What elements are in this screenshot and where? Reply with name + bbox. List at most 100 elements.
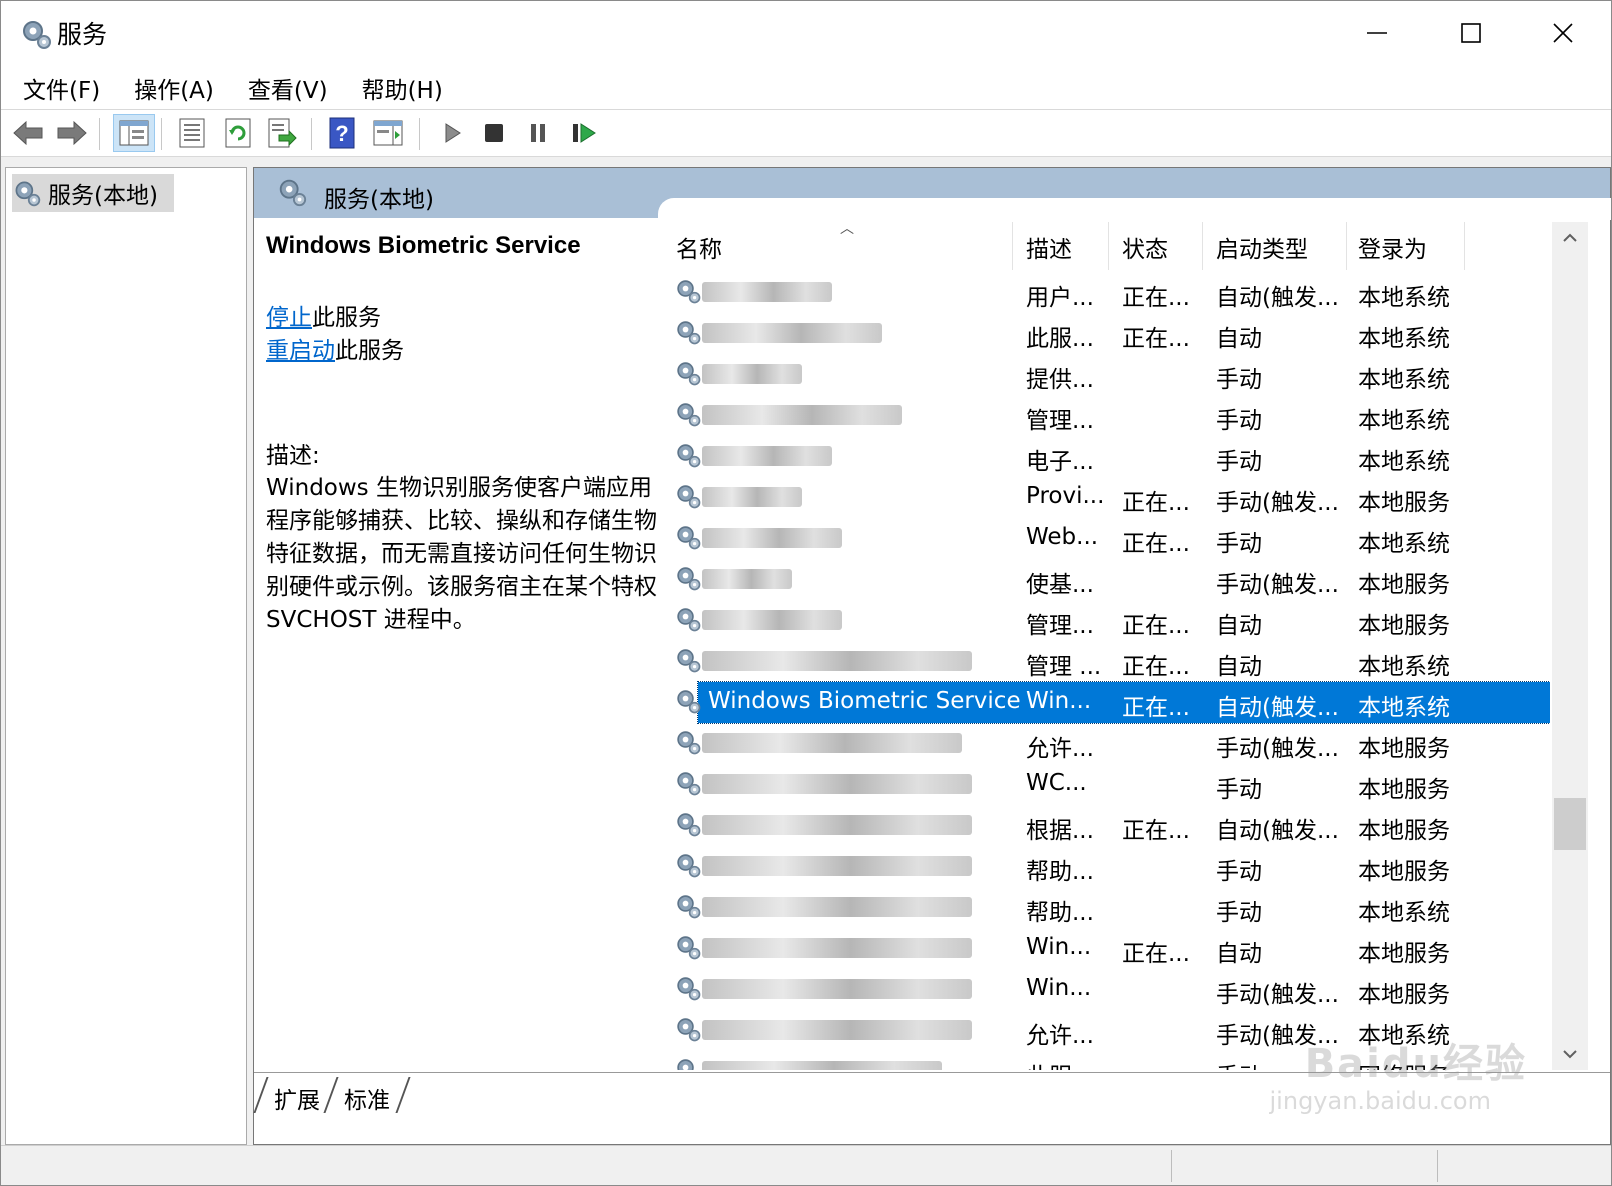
scroll-thumb[interactable]	[1554, 798, 1586, 850]
column-divider[interactable]	[1346, 222, 1347, 270]
scroll-down-icon[interactable]	[1560, 1044, 1580, 1064]
restart-service-button[interactable]	[567, 116, 601, 150]
column-status[interactable]: 状态	[1122, 230, 1168, 266]
service-startup-type: 手动	[1216, 1057, 1262, 1070]
service-gear-icon	[674, 441, 702, 473]
properties-button[interactable]	[175, 116, 209, 150]
service-description: 根据...	[1026, 818, 1094, 844]
blurred-service-name	[702, 733, 962, 753]
description-pane: Windows Biometric Service 停止此服务 重启动此服务 描…	[266, 232, 666, 637]
service-description: 此服...	[1026, 1057, 1094, 1070]
service-logon-as: 本地系统	[1358, 285, 1450, 311]
blurred-service-name	[702, 487, 802, 507]
services-list: ︿ 名称 描述 状态 启动类型 登录为 用户... 正在... 自动(触发... 本地…	[666, 220, 1550, 1070]
service-row[interactable]: 提供... 手动 本地系统	[666, 354, 1550, 395]
service-description: 帮助...	[1026, 900, 1094, 926]
blurred-service-name	[702, 815, 972, 835]
service-status: 正在...	[1122, 285, 1190, 311]
service-row[interactable]: 管理... 手动 本地系统	[666, 395, 1550, 436]
service-gear-icon	[674, 400, 702, 432]
service-row[interactable]: WC... 手动 本地服务	[666, 764, 1550, 805]
service-gear-icon	[674, 728, 702, 760]
refresh-button[interactable]	[221, 116, 255, 150]
close-button[interactable]	[1517, 1, 1609, 65]
help-button[interactable]: ?	[325, 116, 359, 150]
service-logon-as: 本地服务	[1358, 777, 1450, 803]
pause-service-button[interactable]	[521, 116, 555, 150]
menu-view[interactable]: 查看(V)	[238, 65, 344, 109]
service-row[interactable]: 管理 ... 正在... 自动 本地系统	[666, 641, 1550, 682]
tab-extended[interactable]: 扩展	[268, 1081, 326, 1115]
tree-node-label: 服务(本地)	[48, 183, 158, 209]
tree-node-services-local[interactable]: 服务(本地)	[12, 174, 174, 212]
service-row[interactable]: Provi... 正在... 手动(触发... 本地服务	[666, 477, 1550, 518]
maximize-button[interactable]	[1425, 1, 1517, 65]
list-header: ︿ 名称 描述 状态 启动类型 登录为	[666, 220, 1550, 272]
stop-service-button[interactable]	[477, 116, 511, 150]
blurred-service-name	[702, 569, 792, 589]
watermark-brand: Baidu经验	[1304, 1041, 1527, 1087]
service-row[interactable]: Windows Biometric Service Win... 正在... 自动(触…	[666, 681, 1550, 724]
service-row[interactable]: 根据... 正在... 自动(触发... 本地服务	[666, 805, 1550, 846]
export-list-button[interactable]	[265, 116, 299, 150]
column-divider[interactable]	[1012, 222, 1013, 270]
service-startup-type: 自动	[1216, 654, 1262, 680]
menu-help[interactable]: 帮助(H)	[352, 65, 459, 109]
service-logon-as: 本地系统	[1358, 654, 1450, 680]
service-gear-icon	[674, 974, 702, 1006]
service-row[interactable]: 允许... 手动(触发... 本地服务	[666, 723, 1550, 764]
service-row[interactable]: 电子... 手动 本地系统	[666, 436, 1550, 477]
menu-file[interactable]: 文件(F)	[1, 65, 116, 109]
service-row[interactable]: 帮助... 手动 本地服务	[666, 846, 1550, 887]
menu-action[interactable]: 操作(A)	[124, 65, 230, 109]
service-gear-icon	[674, 851, 702, 883]
service-logon-as: 本地服务	[1358, 982, 1450, 1008]
column-name[interactable]: 名称	[676, 230, 722, 266]
service-row[interactable]: 帮助... 手动 本地系统	[666, 887, 1550, 928]
service-row[interactable]: 管理... 正在... 自动 本地服务	[666, 600, 1550, 641]
service-status: 正在...	[1122, 654, 1190, 680]
service-logon-as: 本地服务	[1358, 818, 1450, 844]
restart-service-link[interactable]: 重启动	[266, 338, 335, 364]
vertical-scrollbar[interactable]	[1552, 222, 1588, 1070]
service-row[interactable]: Win... 正在... 自动 本地服务	[666, 928, 1550, 969]
column-startup-type[interactable]: 启动类型	[1216, 230, 1308, 266]
pause-icon	[531, 124, 545, 142]
column-logon-as[interactable]: 登录为	[1358, 230, 1427, 266]
action-pane-button[interactable]	[371, 116, 405, 150]
service-row[interactable]: 用户... 正在... 自动(触发... 本地系统	[666, 272, 1550, 313]
status-bar	[1, 1145, 1611, 1185]
column-divider[interactable]	[1464, 222, 1465, 270]
service-row[interactable]: 使基... 手动(触发... 本地服务	[666, 559, 1550, 600]
service-startup-type: 自动	[1216, 326, 1262, 352]
service-status: 正在...	[1122, 326, 1190, 352]
window-title: 服务	[57, 20, 108, 49]
column-description[interactable]: 描述	[1026, 230, 1072, 266]
console-tree-icon	[119, 120, 149, 146]
stop-service-link[interactable]: 停止	[266, 305, 312, 331]
service-startup-type: 手动	[1216, 449, 1262, 475]
blurred-service-name	[702, 446, 832, 466]
service-description: Web...	[1026, 524, 1099, 550]
scroll-up-icon[interactable]	[1560, 228, 1580, 248]
service-row[interactable]: 此服... 正在... 自动 本地系统	[666, 313, 1550, 354]
title-bar[interactable]: 服务	[1, 1, 1611, 65]
show-hide-console-tree-button[interactable]	[113, 114, 155, 152]
service-gear-icon	[674, 933, 702, 965]
tab-standard[interactable]: 标准	[338, 1081, 396, 1115]
service-gear-icon	[674, 482, 702, 514]
start-service-button[interactable]	[435, 116, 469, 150]
service-row[interactable]: Web... 正在... 手动 本地系统	[666, 518, 1550, 559]
service-status: 正在...	[1122, 490, 1190, 516]
services-gear-icon	[276, 176, 308, 212]
column-divider[interactable]	[1202, 222, 1203, 270]
forward-button[interactable]	[55, 116, 89, 150]
minimize-button[interactable]	[1331, 1, 1423, 65]
service-actions: 停止此服务 重启动此服务	[266, 302, 666, 368]
service-gear-icon	[674, 810, 702, 842]
back-button[interactable]	[11, 116, 45, 150]
blurred-service-name	[702, 323, 882, 343]
service-row[interactable]: Win... 手动(触发... 本地服务	[666, 969, 1550, 1010]
service-logon-as: 本地系统	[1358, 367, 1450, 393]
column-divider[interactable]	[1108, 222, 1109, 270]
